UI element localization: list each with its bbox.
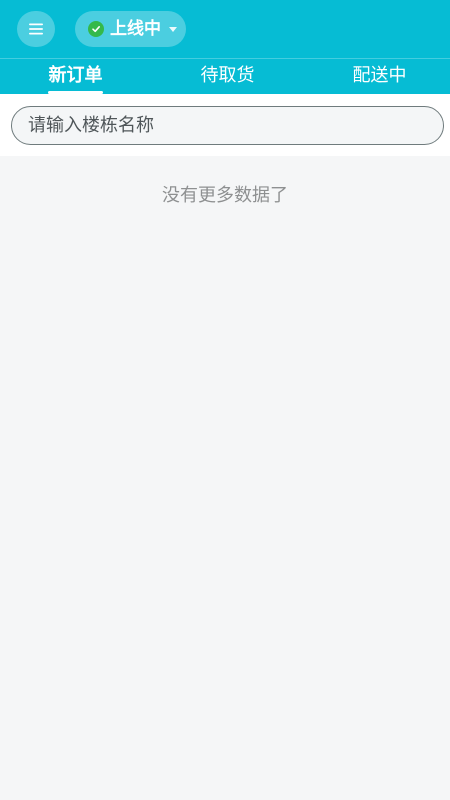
tab-pending-pickup[interactable]: 待取货 xyxy=(188,59,267,94)
order-tabs: 新订单 待取货 配送中 xyxy=(0,59,450,94)
tab-new-orders[interactable]: 新订单 xyxy=(36,59,115,94)
tab-label: 待取货 xyxy=(200,65,255,86)
hamburger-menu-icon xyxy=(29,23,43,35)
top-header: 上线中 新订单 待取货 配送中 xyxy=(0,0,450,94)
tab-delivering[interactable]: 配送中 xyxy=(340,59,419,94)
search-bar xyxy=(0,94,450,156)
tab-label: 新订单 xyxy=(48,65,103,86)
online-status-dropdown[interactable]: 上线中 xyxy=(75,11,186,47)
status-label: 上线中 xyxy=(110,19,161,39)
building-search-input[interactable] xyxy=(11,106,444,145)
tab-label: 配送中 xyxy=(352,65,407,86)
check-circle-icon xyxy=(88,21,104,37)
menu-button[interactable] xyxy=(17,11,55,47)
caret-down-icon xyxy=(169,26,177,32)
empty-list-message: 没有更多数据了 xyxy=(162,185,288,206)
